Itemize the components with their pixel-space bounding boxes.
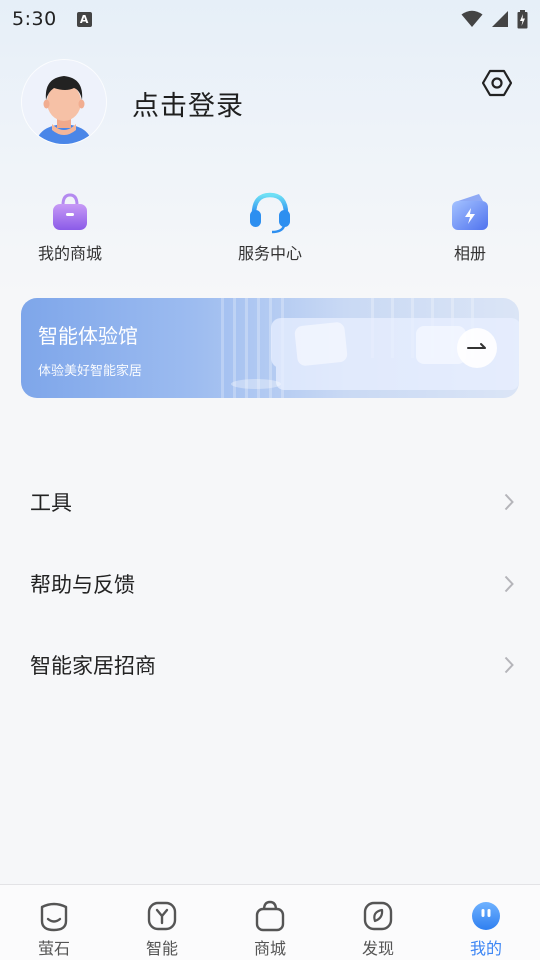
nav-label: 智能 xyxy=(145,939,178,958)
nav-label: 我的 xyxy=(469,939,502,958)
banner-arrow-button[interactable] xyxy=(457,328,497,368)
quick-action-my-mall[interactable]: 我的商城 xyxy=(10,190,130,264)
status-icons xyxy=(461,9,528,29)
banner-title: 智能体验馆 xyxy=(38,324,138,348)
signal-icon xyxy=(492,11,508,27)
banner-subtitle: 体验美好智能家居 xyxy=(38,364,143,379)
quick-action-label: 服务中心 xyxy=(237,244,302,263)
arrow-right-icon xyxy=(467,343,486,349)
menu-item-label: 工具 xyxy=(30,491,72,515)
smart-icon xyxy=(145,899,179,933)
notification-a-icon: A xyxy=(76,11,92,27)
profile-icon xyxy=(469,899,503,933)
quick-action-label: 相册 xyxy=(453,244,486,263)
battery-icon xyxy=(517,9,528,28)
quick-action-service-center[interactable]: 服务中心 xyxy=(210,190,330,264)
status-bar: 5:30 A xyxy=(0,0,540,38)
wifi-icon xyxy=(461,10,483,27)
nav-tab-discover[interactable]: 发现 xyxy=(324,885,432,960)
nav-tab-smart[interactable]: 智能 xyxy=(108,885,216,960)
experience-hall-banner[interactable]: 智能体验馆 体验美好智能家居 xyxy=(21,298,519,398)
quick-action-album[interactable]: 相册 xyxy=(410,190,530,264)
discover-icon xyxy=(361,899,395,933)
chevron-right-icon xyxy=(504,656,514,674)
menu-item-help-feedback[interactable]: 帮助与反馈 xyxy=(0,554,540,614)
album-icon xyxy=(448,190,492,234)
mall-icon xyxy=(253,899,287,933)
quick-action-label: 我的商城 xyxy=(37,244,102,263)
nav-tab-mall[interactable]: 商城 xyxy=(216,885,324,960)
nav-tab-ezviz[interactable]: 萤石 xyxy=(0,885,108,960)
menu-item-tools[interactable]: 工具 xyxy=(0,472,540,532)
bottom-navigation: 萤石 智能 商城 发现 我的 xyxy=(0,884,540,960)
nav-label: 商城 xyxy=(253,939,286,958)
nav-label: 发现 xyxy=(361,939,394,958)
home-icon xyxy=(37,899,71,933)
settings-button[interactable] xyxy=(480,66,514,100)
chevron-right-icon xyxy=(504,493,514,511)
chevron-right-icon xyxy=(504,575,514,593)
nav-label: 萤石 xyxy=(37,939,70,958)
menu-item-label: 智能家居招商 xyxy=(30,654,156,678)
menu-item-smart-home-partnership[interactable]: 智能家居招商 xyxy=(0,635,540,695)
shopping-bag-icon xyxy=(48,190,92,234)
menu-item-label: 帮助与反馈 xyxy=(30,573,135,597)
avatar[interactable] xyxy=(22,60,106,144)
headset-icon xyxy=(248,190,292,234)
status-time: 5:30 xyxy=(12,8,57,30)
nav-tab-mine[interactable]: 我的 xyxy=(432,885,540,960)
avatar-icon xyxy=(22,60,106,144)
login-prompt[interactable]: 点击登录 xyxy=(132,84,244,123)
settings-icon xyxy=(482,69,512,97)
